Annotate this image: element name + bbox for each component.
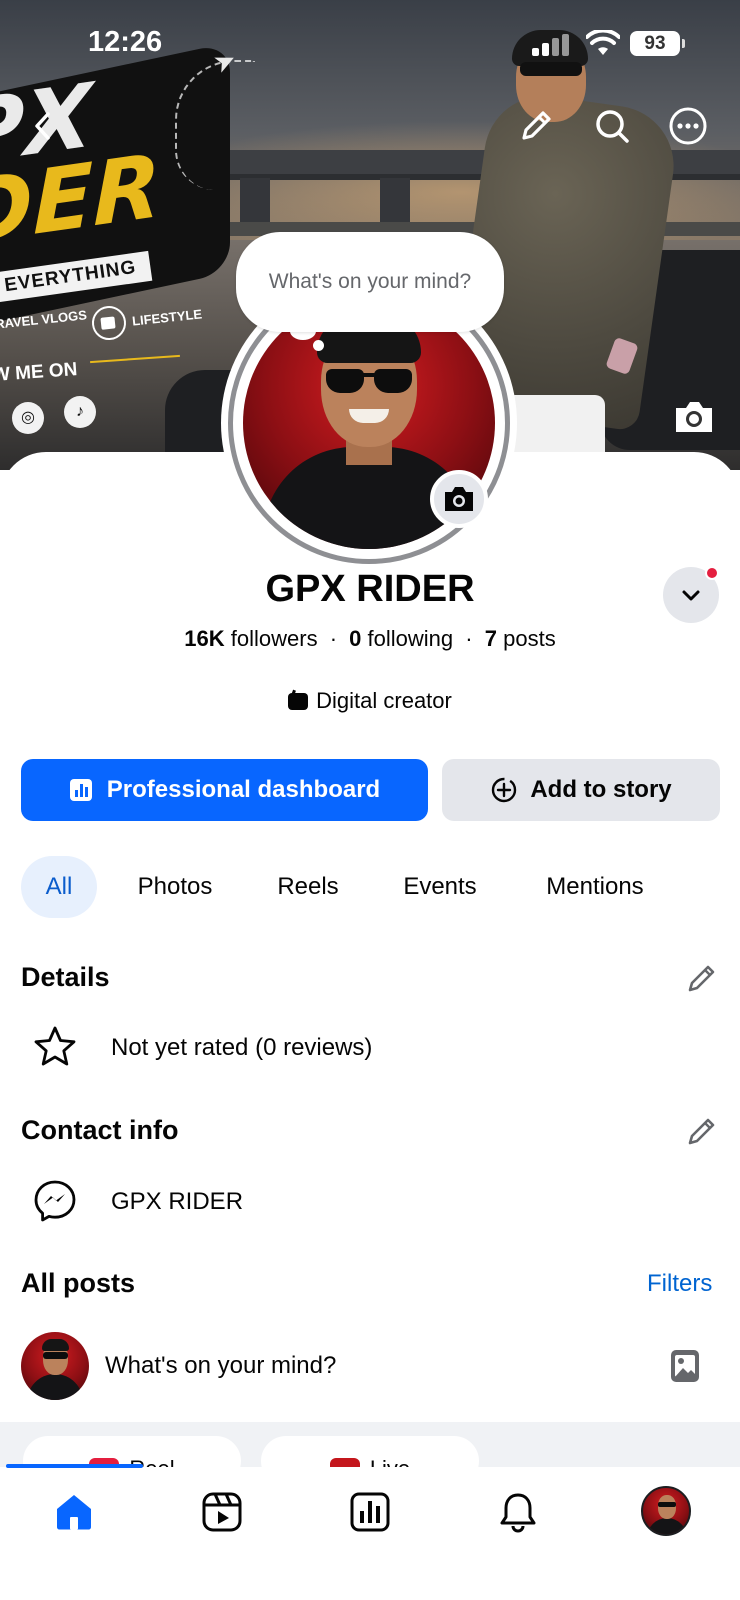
video-icon <box>202 1492 242 1532</box>
search-icon[interactable] <box>592 106 632 146</box>
clapperboard-icon <box>288 692 309 710</box>
nav-profile-avatar[interactable] <box>641 1486 691 1536</box>
professional-dashboard-label: Professional dashboard <box>106 776 381 803</box>
notification-dot <box>705 566 719 580</box>
posts-label: posts <box>503 626 556 651</box>
edit-profile-icon[interactable] <box>516 106 556 146</box>
composer-avatar[interactable] <box>21 1332 89 1400</box>
filters-link[interactable]: Filters <box>647 1270 712 1298</box>
followers-count[interactable]: 16K <box>184 626 224 651</box>
all-posts-heading: All posts <box>21 1268 136 1298</box>
edit-contact-icon[interactable] <box>684 1113 720 1149</box>
chevron-down-icon <box>682 590 700 601</box>
cover-brand-logo: PX DER <box>0 63 161 266</box>
profile-category: Digital creator <box>0 688 740 714</box>
following-label[interactable]: following <box>368 626 454 651</box>
nav-home[interactable] <box>50 1488 98 1536</box>
profile-name: GPX RIDER <box>265 568 475 610</box>
tab-mentions[interactable]: Mentions <box>528 856 662 918</box>
posts-count: 7 <box>484 626 497 651</box>
status-bar: 12:26 93 <box>0 0 740 90</box>
tab-events[interactable]: Events <box>388 856 492 918</box>
dashboard-icon <box>69 779 92 801</box>
messenger-icon <box>34 1180 76 1222</box>
composer-input[interactable]: What's on your mind? <box>105 1352 336 1380</box>
nav-notifications[interactable] <box>494 1488 542 1536</box>
add-to-story-label: Add to story <box>530 776 672 803</box>
tab-photos[interactable]: Photos <box>120 856 230 918</box>
back-icon[interactable] <box>24 106 64 146</box>
dashboard-icon <box>350 1492 390 1532</box>
messenger-contact[interactable]: GPX RIDER <box>111 1188 243 1216</box>
photo-icon[interactable] <box>670 1348 700 1384</box>
tiktok-icon: ♪ <box>64 396 96 428</box>
update-avatar-button[interactable] <box>430 470 488 528</box>
camera-icon[interactable] <box>672 398 716 436</box>
status-time: 12:26 <box>88 26 163 58</box>
camera-icon <box>445 487 473 511</box>
followers-label[interactable]: followers <box>231 626 318 651</box>
profile-stats: 16K followers · 0 following · 7 posts <box>184 626 556 651</box>
professional-dashboard-button[interactable]: Professional dashboard <box>21 759 428 821</box>
add-story-icon <box>492 777 517 803</box>
star-icon <box>34 1026 76 1066</box>
bell-icon <box>500 1493 536 1533</box>
battery-indicator: 93 <box>630 31 685 56</box>
active-tab-indicator <box>6 1464 143 1468</box>
tab-reels[interactable]: Reels <box>262 856 354 918</box>
edit-details-icon[interactable] <box>684 960 720 996</box>
home-icon <box>57 1495 91 1530</box>
tab-all[interactable]: All <box>21 856 97 918</box>
add-to-story-button[interactable]: Add to story <box>442 759 720 821</box>
wifi-icon <box>586 30 620 55</box>
details-heading: Details <box>21 962 110 992</box>
contact-info-heading: Contact info <box>21 1115 179 1145</box>
cellular-signal-icon <box>532 34 576 56</box>
following-count[interactable]: 0 <box>349 626 361 651</box>
nav-dashboard[interactable] <box>346 1488 394 1536</box>
thought-bubble-tail <box>313 340 324 351</box>
thought-bubble[interactable]: What's on your mind? <box>236 232 504 332</box>
instagram-icon: ◎ <box>12 402 44 434</box>
nav-video[interactable] <box>198 1488 246 1536</box>
more-options-icon[interactable] <box>668 106 708 146</box>
category-label: Digital creator <box>316 688 452 713</box>
rating-text: Not yet rated (0 reviews) <box>111 1034 373 1061</box>
